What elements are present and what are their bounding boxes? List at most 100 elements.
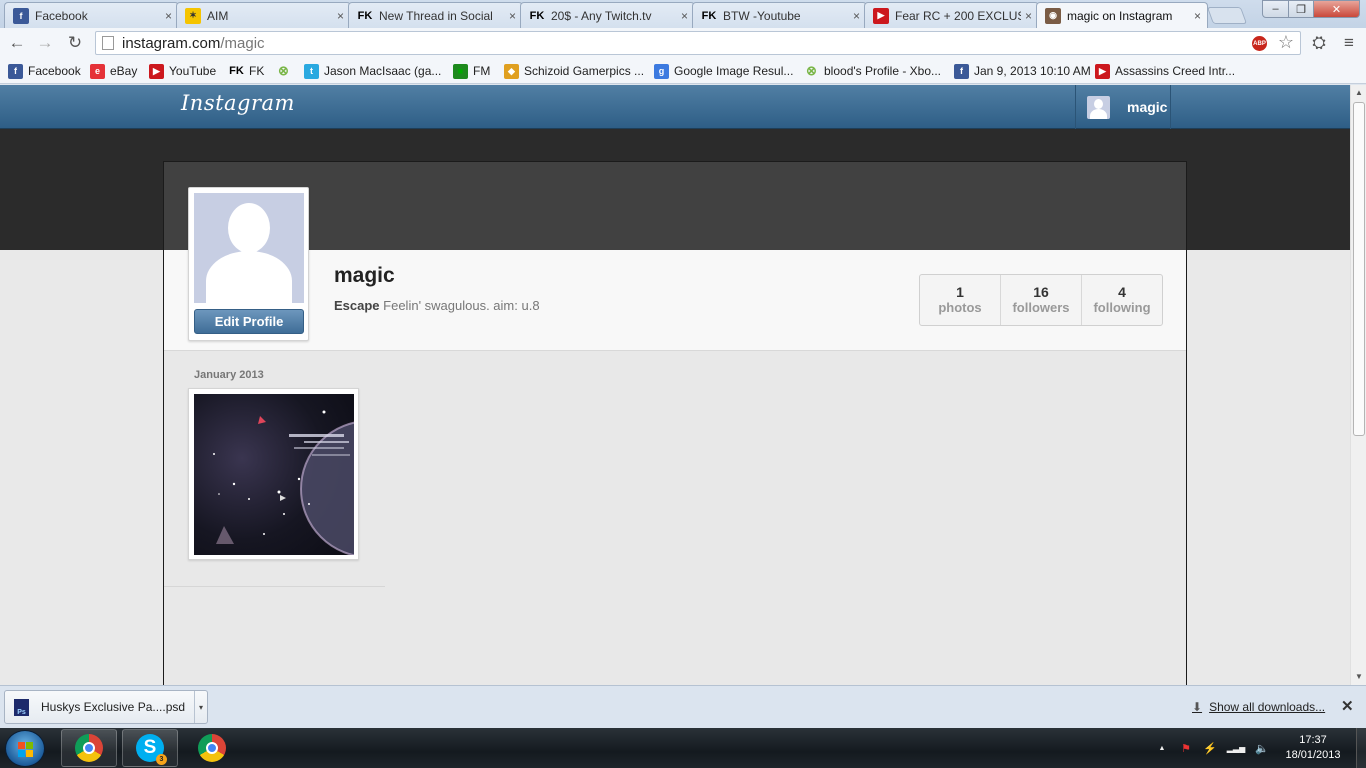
youtube-icon: ▶ xyxy=(1095,63,1110,79)
signal-icon[interactable]: ▂▃▅ xyxy=(1226,740,1246,756)
photo-thumbnail[interactable] xyxy=(188,388,359,560)
page-viewport: Instagram magic Edit Profile magic Escap… xyxy=(0,85,1350,685)
fk-icon: FK xyxy=(357,9,373,22)
show-all-downloads-link[interactable]: ⬇ Show all downloads... xyxy=(1192,700,1325,714)
close-tab-icon[interactable]: × xyxy=(337,9,344,23)
back-button[interactable]: ← xyxy=(6,32,28,54)
bookmark-ebay[interactable]: e eBay xyxy=(90,62,137,80)
facebook-icon: f xyxy=(954,63,969,79)
bookmark-fm[interactable]: ■ FM xyxy=(453,62,490,80)
browser-tab-strip: f Facebook × ✶ AIM × FK New Thread in So… xyxy=(0,0,1366,28)
close-window-button[interactable]: ✕ xyxy=(1313,0,1360,18)
taskbar-chrome[interactable] xyxy=(61,729,117,767)
feed-month-label: January 2013 xyxy=(194,369,264,381)
bookmark-gamerpics[interactable]: ◆ Schizoid Gamerpics ... xyxy=(504,62,644,80)
bookmark-twitter[interactable]: t Jason MacIsaac (ga... xyxy=(304,62,441,80)
fm-icon: ■ xyxy=(453,63,468,79)
bookmark-assassins-creed[interactable]: ▶ Assassins Creed Intr... xyxy=(1095,62,1235,80)
profile-stats: 1 photos 16 followers 4 following xyxy=(919,274,1163,326)
taskbar-chrome-pinned[interactable] xyxy=(184,729,240,767)
forward-button[interactable]: → xyxy=(34,32,56,54)
stat-followers[interactable]: 16 followers xyxy=(1001,275,1082,325)
close-tab-icon[interactable]: × xyxy=(853,9,860,23)
profile-username: magic xyxy=(334,264,395,287)
avatar[interactable] xyxy=(194,193,304,303)
address-bar[interactable]: instagram.com /magic ABP ☆ xyxy=(95,31,1301,55)
bio-name: Escape xyxy=(334,298,380,313)
maximize-button[interactable]: ❐ xyxy=(1288,0,1314,18)
bookmark-label: Assassins Creed Intr... xyxy=(1115,64,1236,78)
show-hidden-icon[interactable]: ▲ xyxy=(1154,740,1170,756)
tab-title: Fear RC + 200 EXCLUS xyxy=(895,8,1021,23)
tab-btw-youtube[interactable]: FK BTW -Youtube × xyxy=(692,2,867,28)
tab-title: New Thread in Social xyxy=(379,8,493,23)
url-host: instagram.com xyxy=(122,34,221,52)
close-tab-icon[interactable]: × xyxy=(1025,9,1032,23)
bookmark-fk[interactable]: FK FK xyxy=(229,62,264,80)
network-error-icon[interactable]: ⚑ xyxy=(1178,740,1194,756)
close-tab-icon[interactable]: × xyxy=(509,9,516,23)
close-tab-icon[interactable]: × xyxy=(681,9,688,23)
volume-icon[interactable]: 🔈 xyxy=(1254,740,1270,756)
adblock-icon[interactable]: ABP xyxy=(1252,36,1267,51)
close-tab-icon[interactable]: × xyxy=(165,9,172,23)
bookmark-label: Schizoid Gamerpics ... xyxy=(524,64,645,78)
instagram-logo[interactable]: Instagram xyxy=(181,91,295,115)
page-scrollbar[interactable]: ▲ ▼ xyxy=(1350,85,1366,685)
facebook-icon: f xyxy=(13,7,29,24)
bookmark-google-images[interactable]: g Google Image Resul... xyxy=(654,62,793,80)
start-button[interactable] xyxy=(5,730,45,767)
bookmark-facebook[interactable]: f Facebook xyxy=(8,62,81,80)
download-menu-icon[interactable]: ▾ xyxy=(194,691,207,723)
aim-icon: ✶ xyxy=(185,7,201,24)
bookmark-xbox[interactable]: ⊗ xyxy=(276,62,296,80)
tab-new-thread[interactable]: FK New Thread in Social × xyxy=(348,2,523,28)
feed-divider xyxy=(164,586,385,587)
chrome-menu-icon[interactable]: ≡ xyxy=(1338,32,1360,54)
bookmark-label: Jan 9, 2013 10:10 AM xyxy=(974,64,1091,78)
bookmark-facebook-post[interactable]: f Jan 9, 2013 10:10 AM xyxy=(954,62,1091,80)
show-all-label: Show all downloads... xyxy=(1209,700,1326,714)
reload-button[interactable]: ↻ xyxy=(64,32,86,54)
browser-toolbar: ← → ↻ instagram.com /magic ABP ☆ ⛭ ≡ xyxy=(0,28,1366,58)
scrollbar-thumb[interactable] xyxy=(1353,102,1365,436)
new-tab-button[interactable] xyxy=(1206,7,1248,24)
tab-title: 20$ - Any Twitch.tv xyxy=(551,8,652,23)
header-user-menu[interactable]: magic xyxy=(1075,85,1171,129)
edit-profile-button[interactable]: Edit Profile xyxy=(194,309,304,334)
scroll-down-icon[interactable]: ▼ xyxy=(1354,672,1364,682)
show-desktop-button[interactable] xyxy=(1356,728,1366,768)
stat-label: following xyxy=(1093,300,1151,315)
stat-following[interactable]: 4 following xyxy=(1082,275,1162,325)
bookmark-star-icon[interactable]: ☆ xyxy=(1278,32,1294,53)
bookmark-label: Google Image Resul... xyxy=(674,64,794,78)
bookmark-label: Facebook xyxy=(28,64,81,78)
clock-date: 18/01/2013 xyxy=(1285,749,1341,761)
bookmark-youtube[interactable]: ▶ YouTube xyxy=(149,62,216,80)
tab-twitch[interactable]: FK 20$ - Any Twitch.tv × xyxy=(520,2,695,28)
scroll-up-icon[interactable]: ▲ xyxy=(1354,88,1364,98)
extension-icon[interactable]: ⛭ xyxy=(1308,32,1330,54)
minimize-button[interactable]: – xyxy=(1262,0,1289,18)
bookmark-xbox-profile[interactable]: ⊗ blood's Profile - Xbo... xyxy=(804,62,941,80)
tab-aim[interactable]: ✶ AIM × xyxy=(176,2,351,28)
close-downloads-button[interactable]: ✕ xyxy=(1341,697,1354,715)
stat-photos[interactable]: 1 photos xyxy=(920,275,1001,325)
clock-time: 17:37 xyxy=(1299,734,1327,746)
close-tab-icon[interactable]: × xyxy=(1194,9,1201,23)
taskbar-skype[interactable]: S3 xyxy=(122,729,178,767)
tab-facebook[interactable]: f Facebook × xyxy=(4,2,179,28)
page-icon xyxy=(102,36,114,50)
clock[interactable]: 17:37 18/01/2013 xyxy=(1280,733,1346,763)
photoshop-file-icon: Ps xyxy=(14,698,29,716)
facebook-icon: f xyxy=(8,63,23,79)
instagram-icon: ◉ xyxy=(1045,7,1061,24)
tab-instagram[interactable]: ◉ magic on Instagram × xyxy=(1036,2,1208,28)
bookmark-label: Jason MacIsaac (ga... xyxy=(324,64,442,78)
download-item[interactable]: Ps Huskys Exclusive Pa....psd ▾ xyxy=(4,690,208,724)
skype-badge: 3 xyxy=(156,754,167,765)
xbox-icon: ⊗ xyxy=(806,63,817,78)
fk-icon: FK xyxy=(529,9,545,22)
power-icon[interactable]: ⚡ xyxy=(1202,740,1218,756)
tab-fear-rc[interactable]: ▶ Fear RC + 200 EXCLUS × xyxy=(864,2,1039,28)
